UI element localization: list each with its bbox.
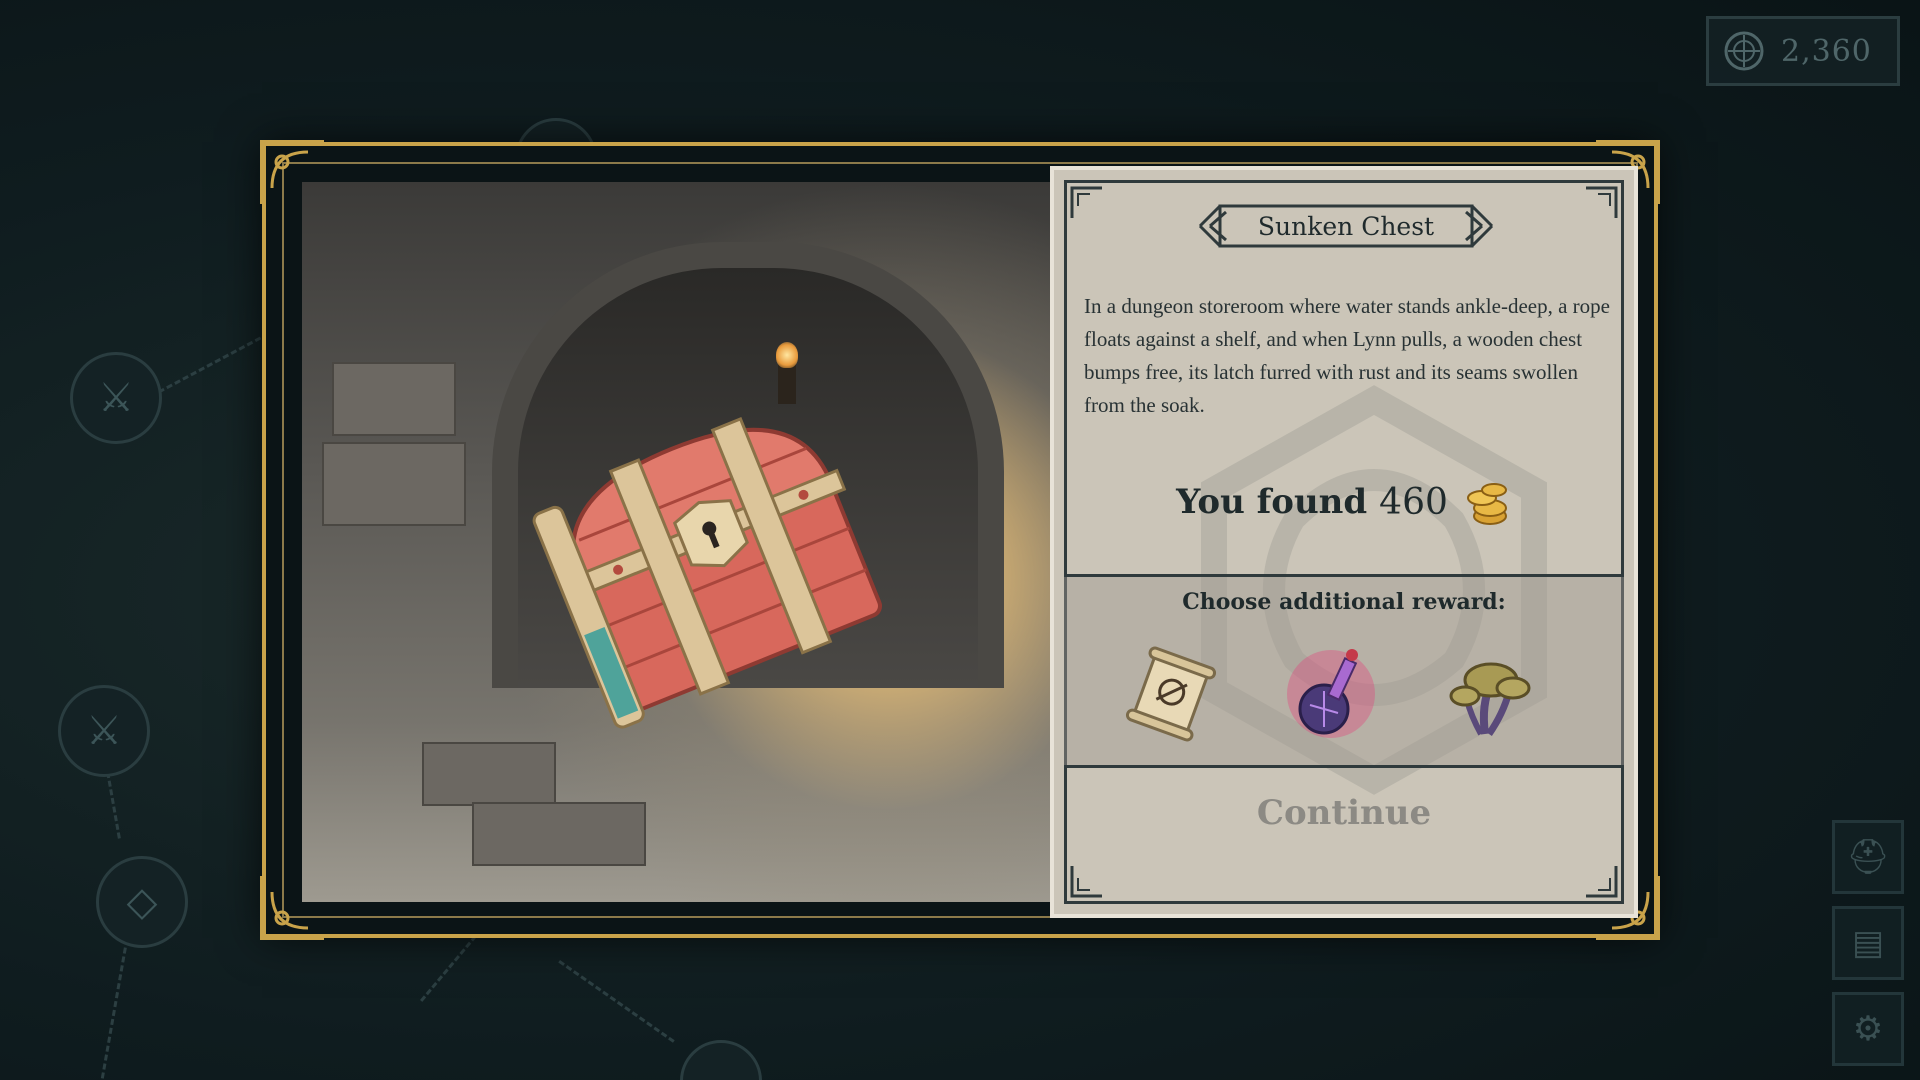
event-info-panel: Sunken Chest In a dungeon storeroom wher… — [1050, 166, 1638, 918]
found-label: You found — [1176, 482, 1368, 522]
stone-stair — [472, 802, 646, 866]
coin-medallion-icon — [1724, 31, 1764, 71]
helmet-button[interactable]: ⛑ — [1832, 820, 1904, 894]
reward-option-scroll[interactable] — [1116, 639, 1226, 749]
event-title-banner: Sunken Chest — [1196, 194, 1496, 258]
found-amount: 460 — [1379, 481, 1448, 523]
scroll-icon — [1125, 646, 1217, 742]
panel-corner-icon — [1070, 186, 1102, 218]
reward-prompt: Choose additional reward: — [1182, 589, 1506, 615]
journal-icon: ▤ — [1851, 923, 1885, 963]
gear-icon: ⚙ — [1852, 1009, 1884, 1049]
helmet-icon: ⛑ — [1846, 837, 1890, 877]
map-path — [99, 929, 130, 1080]
event-title: Sunken Chest — [1257, 211, 1435, 241]
panel-corner-icon — [1586, 866, 1618, 898]
crossed-swords-icon: ⚔ — [86, 708, 122, 754]
game-screen: ⚔ ⚔ ◇ 2,360 ⛑ ▤ ⚙ Sunken Chest In a dung… — [0, 0, 1920, 1080]
gem-icon: ◇ — [126, 879, 158, 925]
map-node-battle[interactable]: ⚔ — [58, 685, 150, 777]
treasure-chest-icon — [532, 416, 882, 729]
currency-display: 2,360 — [1706, 16, 1900, 86]
panel-corner-icon — [1070, 866, 1102, 898]
journal-button[interactable]: ▤ — [1832, 906, 1904, 980]
crossed-swords-icon: ⚔ — [98, 375, 134, 421]
settings-button[interactable]: ⚙ — [1832, 992, 1904, 1066]
map-node[interactable] — [680, 1040, 762, 1080]
mushroom-icon — [1449, 662, 1531, 737]
gold-found-line: You found 460 — [1054, 476, 1634, 528]
currency-amount: 2,360 — [1781, 33, 1872, 69]
stone-stair — [422, 742, 556, 806]
stone-block — [332, 362, 456, 436]
reward-option-mushroom[interactable] — [1436, 639, 1546, 749]
potion-icon — [1287, 649, 1375, 738]
reward-option-potion[interactable] — [1276, 639, 1386, 749]
additional-reward-section: Choose additional reward: — [1064, 574, 1624, 768]
event-description: In a dungeon storeroom where water stand… — [1084, 294, 1610, 417]
continue-button[interactable]: Continue — [1064, 766, 1624, 860]
event-modal: Sunken Chest In a dungeon storeroom wher… — [260, 140, 1660, 940]
stone-block — [322, 442, 466, 526]
map-node-battle[interactable]: ⚔ — [70, 352, 162, 444]
gold-coins-icon — [1466, 483, 1507, 525]
panel-corner-icon — [1586, 186, 1618, 218]
map-node-treasure[interactable]: ◇ — [96, 856, 188, 948]
map-path — [558, 960, 675, 1043]
